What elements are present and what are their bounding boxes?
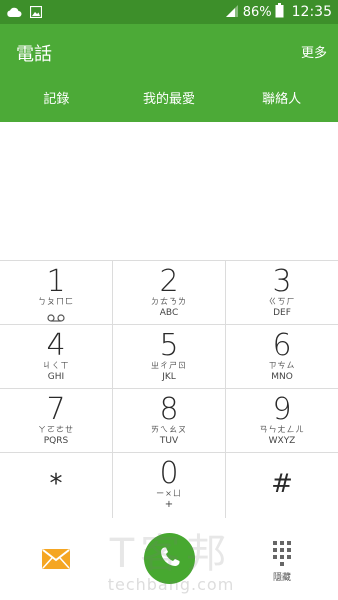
key-zhuyin: ㄓㄔㄕㄖ — [151, 361, 187, 370]
key-6[interactable]: 6 ㄗㄘㄙ MNO — [226, 325, 338, 389]
key-digit: 9 — [272, 392, 292, 427]
key-digit: 5 — [159, 328, 179, 363]
image-icon — [29, 3, 43, 22]
key-8[interactable]: 8 ㄞㄟㄠㄡ TUV — [113, 389, 226, 453]
cloud-icon — [6, 3, 22, 22]
key-star[interactable]: * — [0, 453, 113, 519]
more-button[interactable]: 更多 — [301, 42, 327, 61]
key-digit: 1 — [46, 264, 66, 299]
tab-logs[interactable]: 記錄 — [0, 88, 113, 112]
key-5[interactable]: 5 ㄓㄔㄕㄖ JKL — [113, 325, 226, 389]
key-digit: 8 — [159, 392, 179, 427]
key-letters: PQRS — [43, 436, 69, 446]
number-display[interactable] — [0, 122, 338, 260]
key-letters: TUV — [159, 436, 179, 446]
status-bar: 86% 12:35 — [0, 0, 338, 24]
call-button[interactable] — [144, 533, 195, 584]
tab-contacts[interactable]: 聯絡人 — [225, 88, 338, 112]
page-title: 電話 — [16, 44, 52, 65]
key-digit: 0 — [159, 456, 179, 491]
signal-icon — [225, 3, 239, 22]
key-hash[interactable]: # — [226, 453, 338, 519]
key-digit: 4 — [46, 328, 66, 363]
battery-percent: 86% — [242, 4, 272, 20]
key-zhuyin: ㄐㄑㄒ — [42, 361, 70, 370]
key-zhuyin: ㄉㄊㄋㄌ — [151, 297, 187, 306]
hide-keypad-label: 隱藏 — [272, 573, 291, 583]
key-digit: 3 — [272, 264, 292, 299]
key-4[interactable]: 4 ㄐㄑㄒ GHI — [0, 325, 113, 389]
key-0[interactable]: 0 ー×ㄩ + — [113, 453, 226, 519]
key-9[interactable]: 9 ㄢㄣㄤㄥㄦ WXYZ — [226, 389, 338, 453]
bottom-bar: 隱藏 — [0, 518, 338, 600]
tab-bar: 記錄 我的最愛 聯絡人 — [0, 88, 338, 112]
key-zhuyin: ㄢㄣㄤㄥㄦ — [259, 425, 305, 434]
key-zhuyin: ㄅㄆㄇㄈ — [38, 297, 74, 306]
key-letters: DEF — [273, 308, 291, 318]
key-letters: ABC — [159, 308, 179, 318]
phone-icon — [158, 545, 182, 573]
battery-icon — [275, 2, 284, 22]
hide-keypad-button[interactable]: 隱藏 — [262, 538, 302, 588]
dial-keypad: 1 ㄅㄆㄇㄈ 2 ㄉㄊㄋㄌ ABC 3 ㄍㄎㄏ DEF 4 ㄐㄑㄒ GHI 5 … — [0, 260, 338, 519]
message-button[interactable] — [40, 546, 72, 572]
key-zhuyin: ー×ㄩ — [156, 489, 182, 498]
voicemail-icon — [47, 307, 65, 322]
key-letters: JKL — [162, 372, 176, 382]
key-zhuyin: ㄍㄎㄏ — [268, 297, 296, 306]
key-1[interactable]: 1 ㄅㄆㄇㄈ — [0, 261, 113, 325]
key-letters: WXYZ — [268, 436, 296, 446]
key-2[interactable]: 2 ㄉㄊㄋㄌ ABC — [113, 261, 226, 325]
key-letters: GHI — [47, 372, 65, 382]
key-zhuyin: ㄞㄟㄠㄡ — [151, 425, 187, 434]
key-letters: + — [164, 499, 174, 510]
key-letters: MNO — [271, 372, 293, 382]
key-zhuyin: ㄗㄘㄙ — [268, 361, 296, 370]
key-digit: * — [49, 469, 63, 499]
app-bar: 電話 更多 記錄 我的最愛 聯絡人 — [0, 24, 338, 122]
key-digit: 7 — [46, 392, 66, 427]
key-digit: 6 — [272, 328, 292, 363]
key-digit: 2 — [159, 264, 179, 299]
key-zhuyin: ㄚㄛㄜㄝ — [38, 425, 74, 434]
clock: 12:35 — [291, 4, 332, 20]
key-digit: # — [271, 469, 293, 499]
key-3[interactable]: 3 ㄍㄎㄏ DEF — [226, 261, 338, 325]
tab-favorites[interactable]: 我的最愛 — [113, 88, 226, 112]
key-7[interactable]: 7 ㄚㄛㄜㄝ PQRS — [0, 389, 113, 453]
